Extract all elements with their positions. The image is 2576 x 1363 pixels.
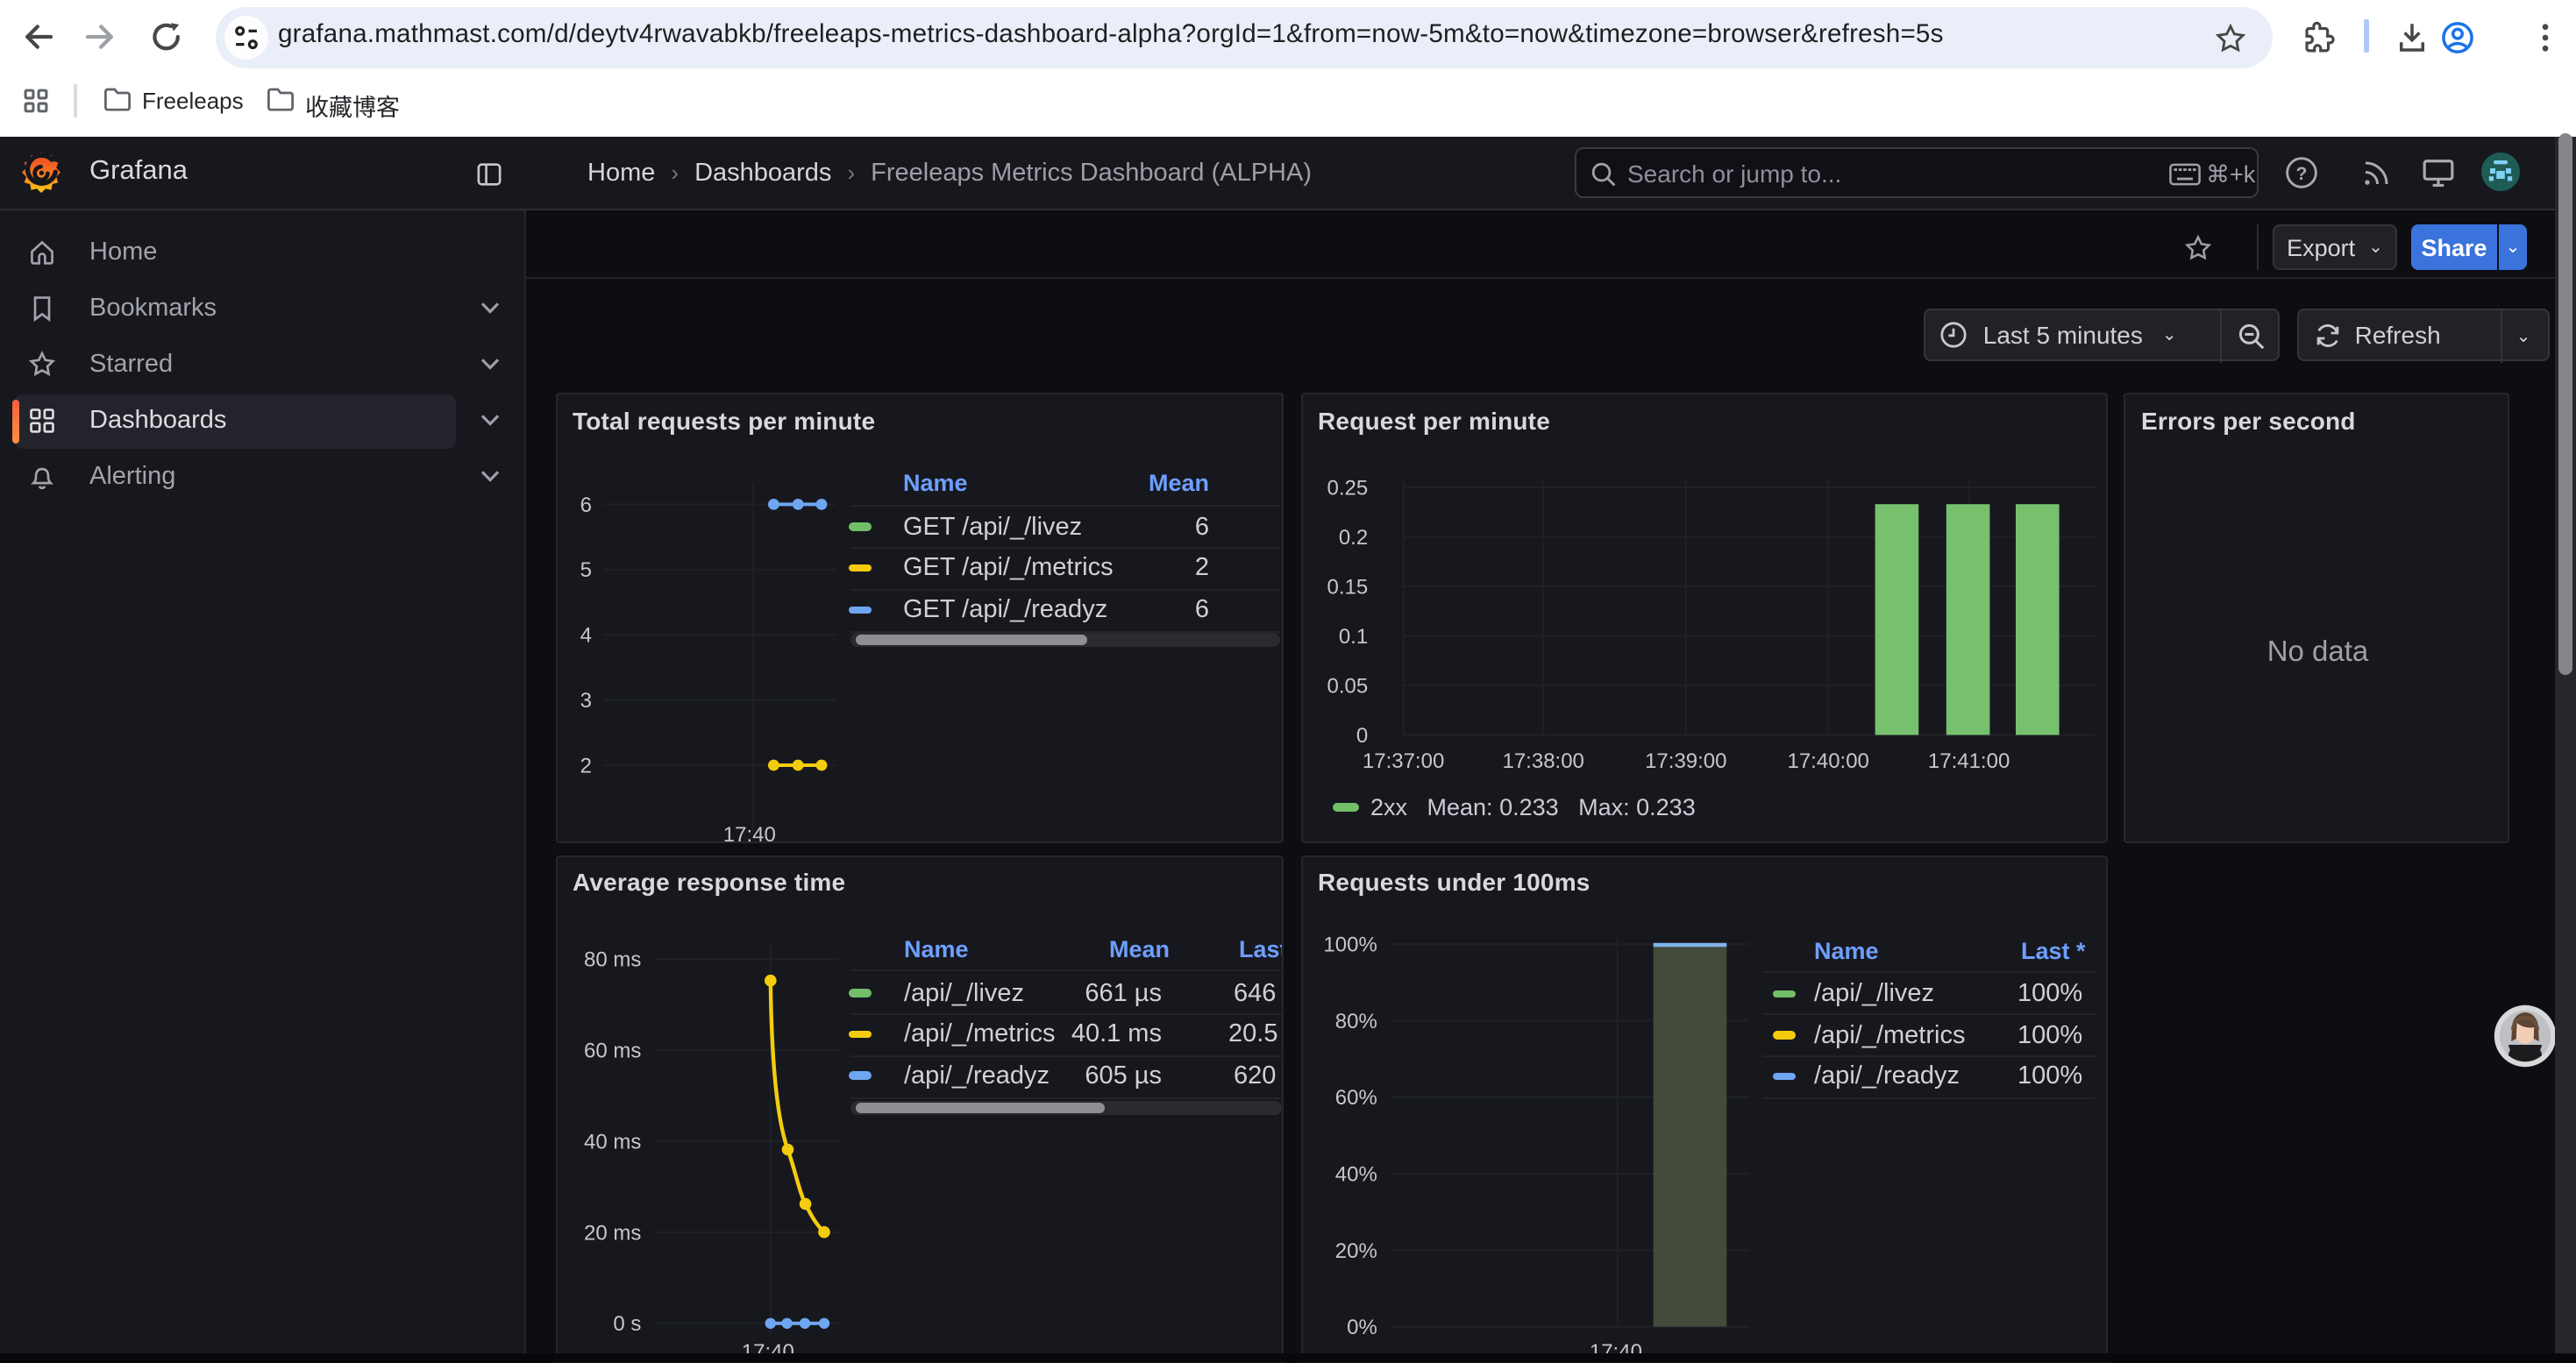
svg-text:0: 0 — [1356, 724, 1367, 748]
svg-text:0 s: 0 s — [612, 1311, 640, 1335]
svg-text:6: 6 — [580, 493, 591, 517]
svg-text:60 ms: 60 ms — [583, 1039, 640, 1062]
svg-text:3: 3 — [580, 689, 591, 713]
svg-text:100%: 100% — [1322, 933, 1376, 956]
svg-text:?: ? — [2296, 164, 2308, 184]
svg-text:17:40: 17:40 — [722, 823, 775, 844]
svg-text:40 ms: 40 ms — [583, 1129, 640, 1153]
svg-text:0.1: 0.1 — [1338, 625, 1367, 649]
svg-text:80 ms: 80 ms — [583, 948, 640, 971]
svg-text:60%: 60% — [1334, 1085, 1377, 1109]
svg-text:80%: 80% — [1334, 1009, 1377, 1033]
svg-text:17:38:00: 17:38:00 — [1501, 749, 1583, 773]
svg-text:5: 5 — [580, 558, 591, 582]
svg-text:17:37:00: 17:37:00 — [1362, 749, 1443, 773]
svg-text:40%: 40% — [1334, 1161, 1377, 1185]
svg-text:20 ms: 20 ms — [583, 1220, 640, 1244]
svg-text:0.05: 0.05 — [1326, 674, 1367, 698]
svg-text:17:39:00: 17:39:00 — [1644, 749, 1726, 773]
svg-text:0.25: 0.25 — [1326, 476, 1367, 500]
svg-text:17:40:00: 17:40:00 — [1786, 749, 1868, 773]
svg-text:17:41:00: 17:41:00 — [1927, 749, 2009, 773]
svg-text:4: 4 — [580, 624, 591, 648]
svg-text:0.2: 0.2 — [1338, 526, 1367, 550]
svg-text:2: 2 — [580, 754, 591, 777]
svg-text:0.15: 0.15 — [1326, 575, 1367, 599]
svg-text:20%: 20% — [1334, 1239, 1377, 1262]
svg-text:0%: 0% — [1346, 1315, 1377, 1338]
